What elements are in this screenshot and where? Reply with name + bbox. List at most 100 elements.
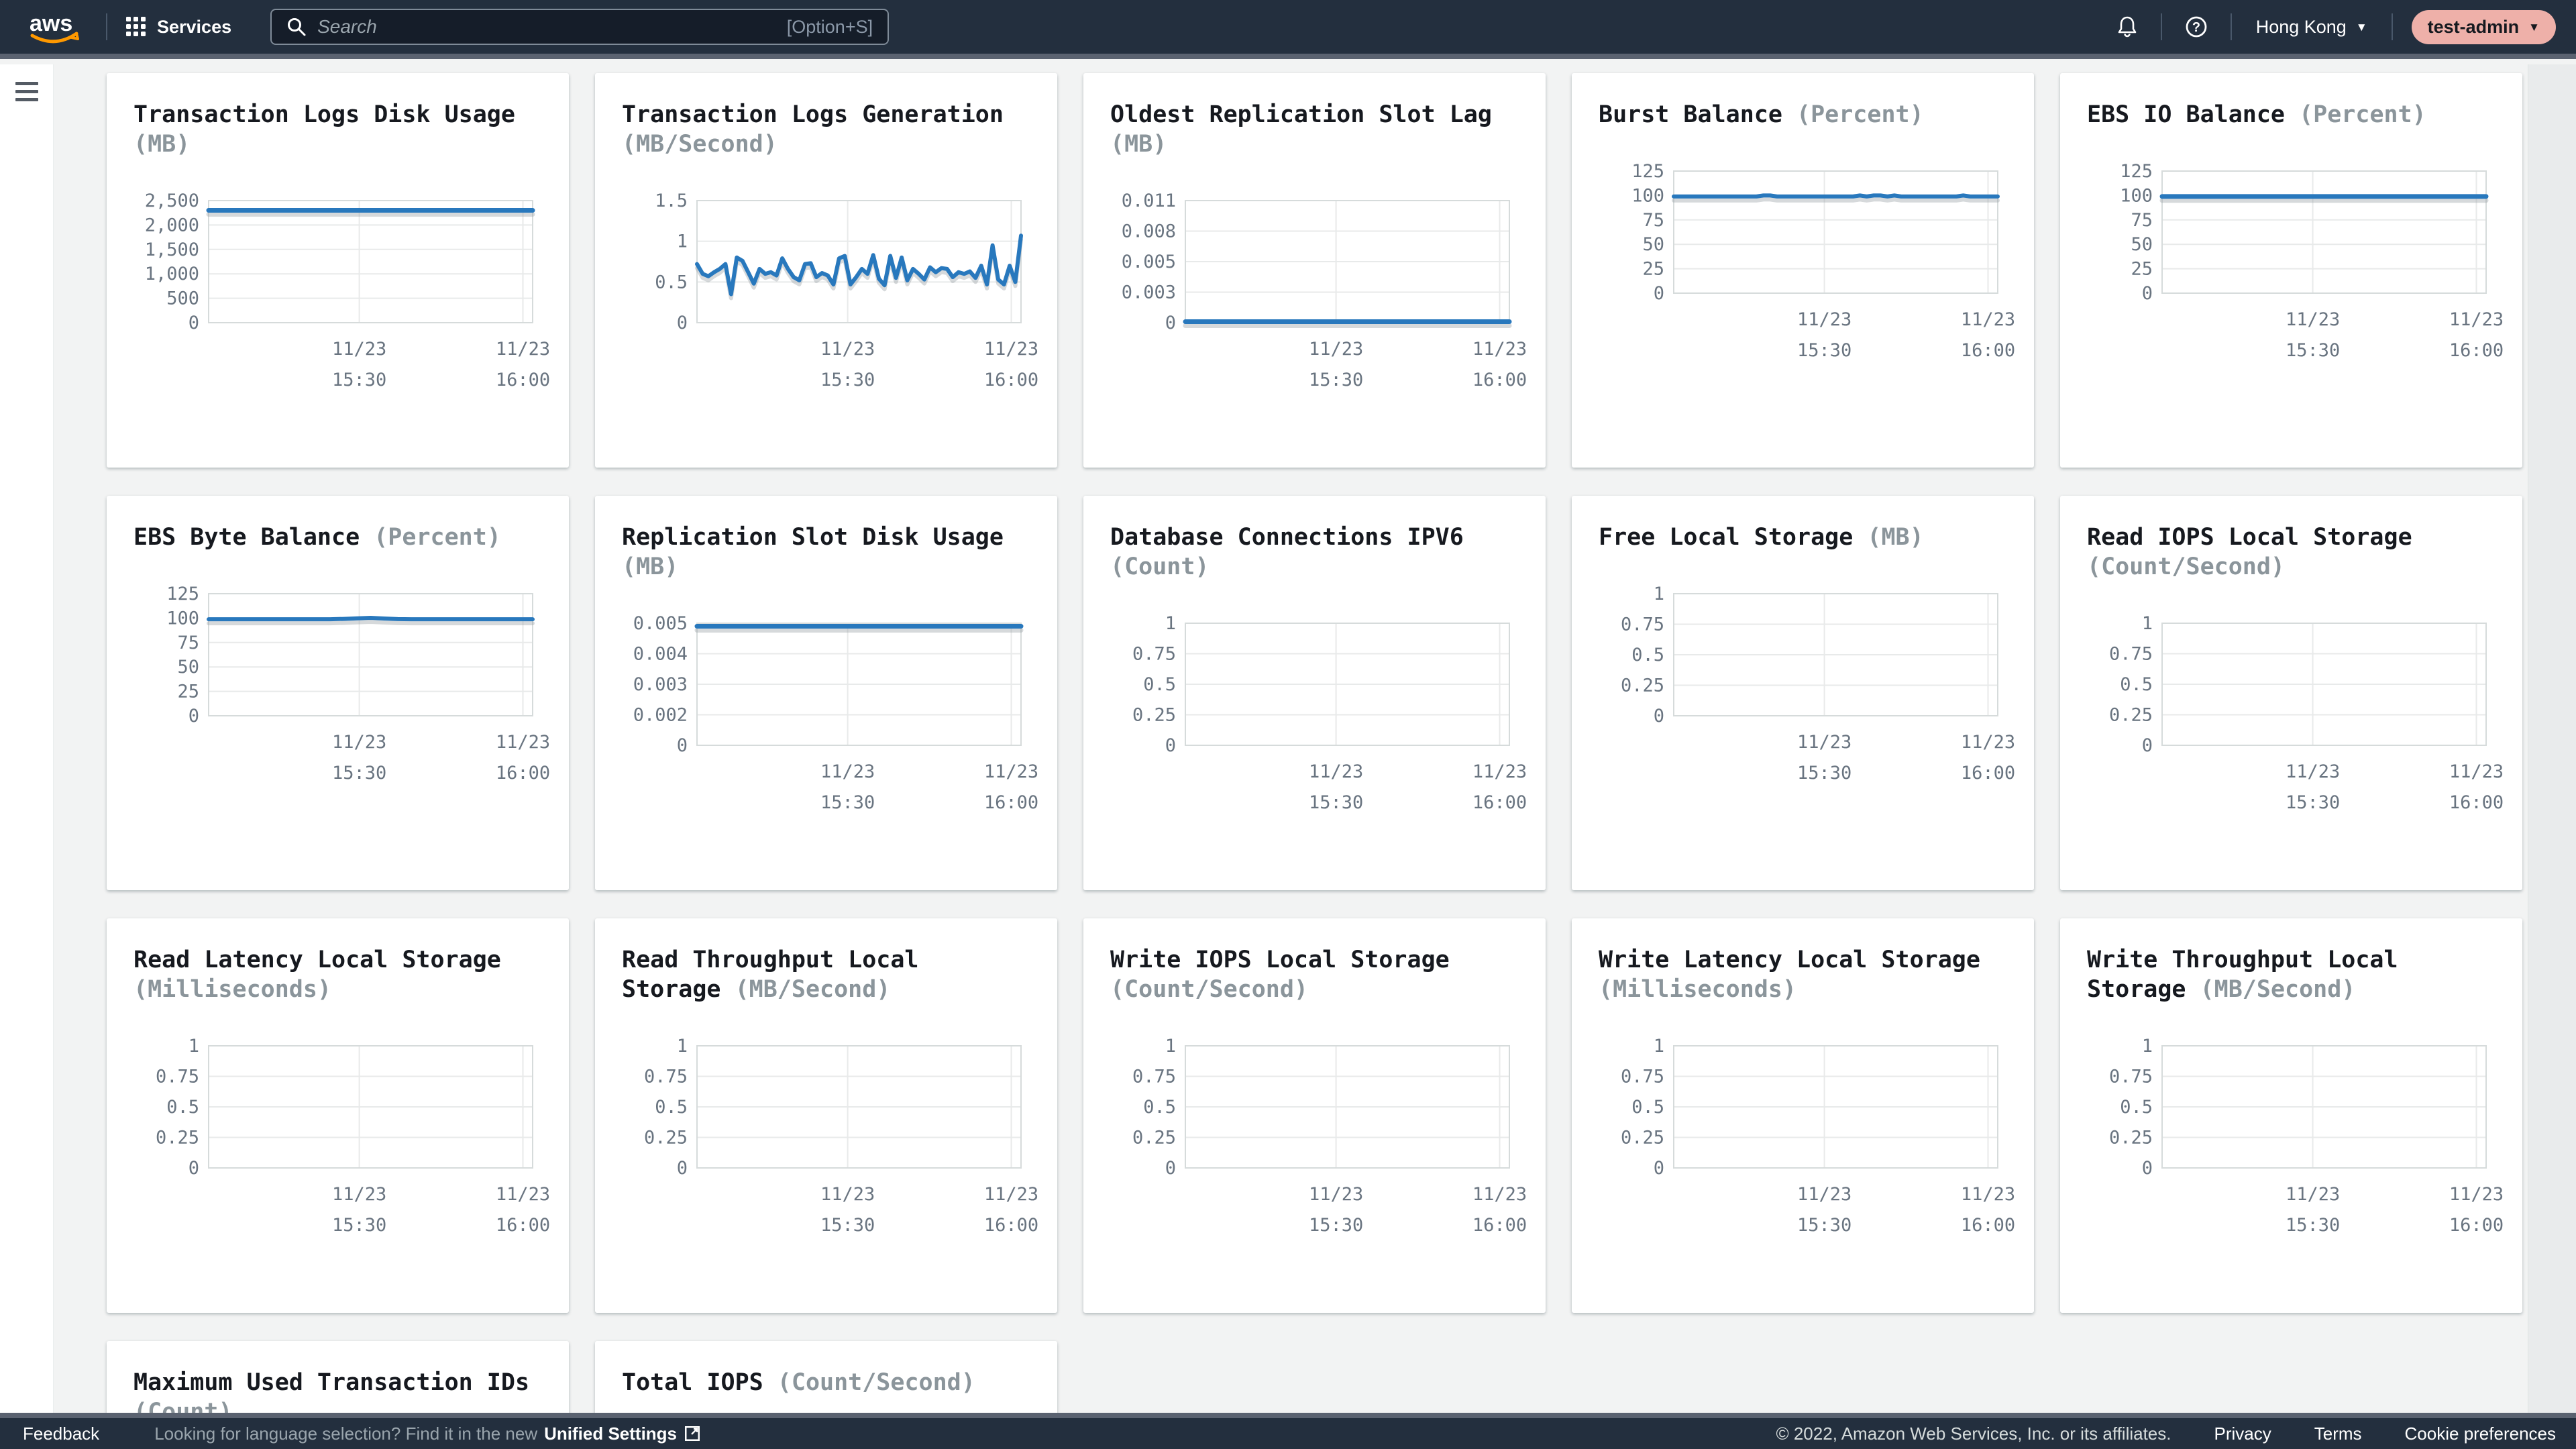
chart-unit-label: (Percent) xyxy=(1796,101,1924,128)
y-axis-tick-label: 75 xyxy=(1642,210,1664,231)
y-axis-tick-label: 1 xyxy=(2142,1036,2153,1057)
y-axis-tick-label: 0.003 xyxy=(1122,282,1176,303)
chart-title-text: Transaction Logs Generation xyxy=(622,101,1004,128)
x-axis-tick-label: 15:30 xyxy=(332,763,386,784)
x-axis-tick-label: 15:30 xyxy=(1309,1215,1363,1236)
y-axis-tick-label: 0.25 xyxy=(2109,705,2153,726)
y-axis-tick-label: 0.005 xyxy=(633,613,688,634)
notifications-button[interactable] xyxy=(2112,15,2142,38)
services-menu-button[interactable]: Services xyxy=(126,17,231,38)
svg-text:?: ? xyxy=(2192,20,2200,35)
x-axis-tick-label: 16:00 xyxy=(2449,792,2504,813)
x-axis-tick-label: 11/23 xyxy=(984,761,1038,782)
y-axis-tick-label: 0.5 xyxy=(655,1097,688,1118)
chart-title-text: Write Latency Local Storage xyxy=(1599,947,1980,973)
y-axis-tick-label: 0.004 xyxy=(633,644,688,665)
region-selector[interactable]: Hong Kong ▼ xyxy=(2251,17,2373,38)
cookie-preferences-link[interactable]: Cookie preferences xyxy=(2405,1424,2556,1444)
x-axis-tick-label: 11/23 xyxy=(2449,1184,2504,1205)
y-axis-tick-label: 0.75 xyxy=(1621,614,1664,635)
chart-title-text: EBS IO Balance xyxy=(2087,101,2286,128)
x-axis-tick-label: 11/23 xyxy=(1472,761,1527,782)
y-axis-tick-label: 0.25 xyxy=(1621,676,1664,696)
collapsed-side-navigation xyxy=(0,64,54,1413)
scrollbar-track[interactable] xyxy=(2528,64,2576,1413)
chart-title: Read IOPS Local Storage (Count/Second) xyxy=(2087,523,2496,582)
y-axis-tick-label: 0 xyxy=(2142,283,2153,304)
metric-chart: 0 0.25 0.5 0.75 1 11/23 15:30 11/23 16:00 xyxy=(2109,1036,2504,1236)
y-axis-tick-label: 0.005 xyxy=(1122,252,1176,272)
metric-card: Database Connections IPV6 (Count) 0 0.25 0.… xyxy=(1083,496,1546,890)
line-shadow xyxy=(1672,197,2000,203)
chart-title-text: Oldest Replication Slot Lag xyxy=(1110,101,1492,128)
chart-title: Replication Slot Disk Usage (MB) xyxy=(622,523,1030,582)
chart-title: EBS IO Balance (Percent) xyxy=(2087,100,2496,129)
x-axis-tick-label: 11/23 xyxy=(1472,339,1527,360)
x-axis-tick-label: 15:30 xyxy=(332,370,386,390)
x-axis-tick-label: 11/23 xyxy=(820,339,875,360)
x-axis-tick-label: 11/23 xyxy=(1309,1184,1363,1205)
svg-text:aws: aws xyxy=(30,11,72,36)
metric-card: Write Throughput Local Storage (MB/Secon… xyxy=(2060,918,2522,1313)
y-axis-tick-label: 0 xyxy=(1165,735,1176,756)
x-axis-tick-label: 15:30 xyxy=(1797,763,1851,784)
y-axis-tick-label: 0.75 xyxy=(2109,1067,2153,1087)
y-axis-tick-label: 0 xyxy=(1165,1158,1176,1179)
x-axis-tick-label: 11/23 xyxy=(1797,732,1851,753)
menu-toggle-button[interactable] xyxy=(15,82,38,101)
x-axis-tick-label: 11/23 xyxy=(496,339,550,360)
metric-card: Read IOPS Local Storage (Count/Second) 0 0… xyxy=(2060,496,2522,890)
help-button[interactable]: ? xyxy=(2181,15,2212,38)
chart-title: Oldest Replication Slot Lag (MB) xyxy=(1110,100,1519,159)
bell-icon xyxy=(2118,16,2137,38)
question-mark-icon: ? xyxy=(2186,16,2207,38)
y-axis-tick-label: 75 xyxy=(177,633,199,653)
chart-unit-label: (MB) xyxy=(622,553,679,580)
chart-title-text: Database Connections IPV6 xyxy=(1110,524,1464,551)
y-axis-tick-label: 1,500 xyxy=(145,239,199,260)
y-axis-tick-label: 2,000 xyxy=(145,215,199,235)
search-bar[interactable]: [Option+S] xyxy=(270,9,890,45)
y-axis-tick-label: 0 xyxy=(1654,706,1664,727)
x-axis-tick-label: 11/23 xyxy=(984,1184,1038,1205)
x-axis-tick-label: 11/23 xyxy=(1961,1184,2015,1205)
search-icon xyxy=(288,18,306,36)
metric-chart: 0 0.5 1 1.5 11/23 15:30 11/23 16:00 xyxy=(655,191,1038,390)
charts-grid: Transaction Logs Disk Usage (MB) 0 500 1,00… xyxy=(54,64,2576,1413)
x-axis-tick-label: 16:00 xyxy=(1472,370,1527,390)
y-axis-tick-label: 0.5 xyxy=(1143,674,1176,695)
chart-unit-label: (MB/Second) xyxy=(735,976,891,1003)
x-axis-tick-label: 16:00 xyxy=(984,792,1038,813)
x-axis-tick-label: 11/23 xyxy=(2286,1184,2340,1205)
y-axis-tick-label: 125 xyxy=(2120,161,2153,182)
chart-unit-label: (MB) xyxy=(133,131,191,158)
chevron-down-icon: ▼ xyxy=(2528,20,2540,34)
y-axis-tick-label: 25 xyxy=(2131,259,2153,280)
x-axis-tick-label: 16:00 xyxy=(1472,792,1527,813)
x-axis-tick-label: 16:00 xyxy=(2449,340,2504,361)
privacy-link[interactable]: Privacy xyxy=(2214,1424,2271,1444)
x-axis-tick-label: 11/23 xyxy=(1472,1184,1527,1205)
search-input[interactable] xyxy=(317,16,776,38)
account-menu[interactable]: test-admin ▼ xyxy=(2411,9,2556,44)
metric-card: Total IOPS (Count/Second) xyxy=(595,1341,1057,1413)
unified-settings-link[interactable]: Unified Settings xyxy=(544,1424,677,1444)
metric-card: Burst Balance (Percent) 0 25 50 75 100 125 11/2… xyxy=(1572,73,2034,468)
hamburger-icon xyxy=(15,82,38,85)
metric-chart: 0 0.25 0.5 0.75 1 11/23 15:30 11/23 16:00 xyxy=(1621,584,2015,784)
metric-chart: 0 0.25 0.5 0.75 1 11/23 15:30 11/23 16:00 xyxy=(1132,1036,1527,1236)
y-axis-tick-label: 0.25 xyxy=(644,1128,688,1148)
y-axis-tick-label: 0.75 xyxy=(156,1067,199,1087)
chart-unit-label: (Count) xyxy=(1110,553,1210,580)
x-axis-tick-label: 11/23 xyxy=(1797,1184,1851,1205)
x-axis-tick-label: 11/23 xyxy=(820,761,875,782)
aws-logo[interactable]: aws xyxy=(25,8,87,46)
chart-unit-label: (Count) xyxy=(133,1399,233,1413)
y-axis-tick-label: 0.75 xyxy=(1132,1067,1176,1087)
services-grid-icon xyxy=(126,17,146,36)
x-axis-tick-label: 15:30 xyxy=(1797,340,1851,361)
metric-chart: 0 25 50 75 100 125 11/23 15:30 11/23 16:00 xyxy=(166,584,550,784)
feedback-button[interactable]: Feedback xyxy=(23,1424,99,1444)
account-name: test-admin xyxy=(2427,16,2520,37)
terms-link[interactable]: Terms xyxy=(2314,1424,2362,1444)
